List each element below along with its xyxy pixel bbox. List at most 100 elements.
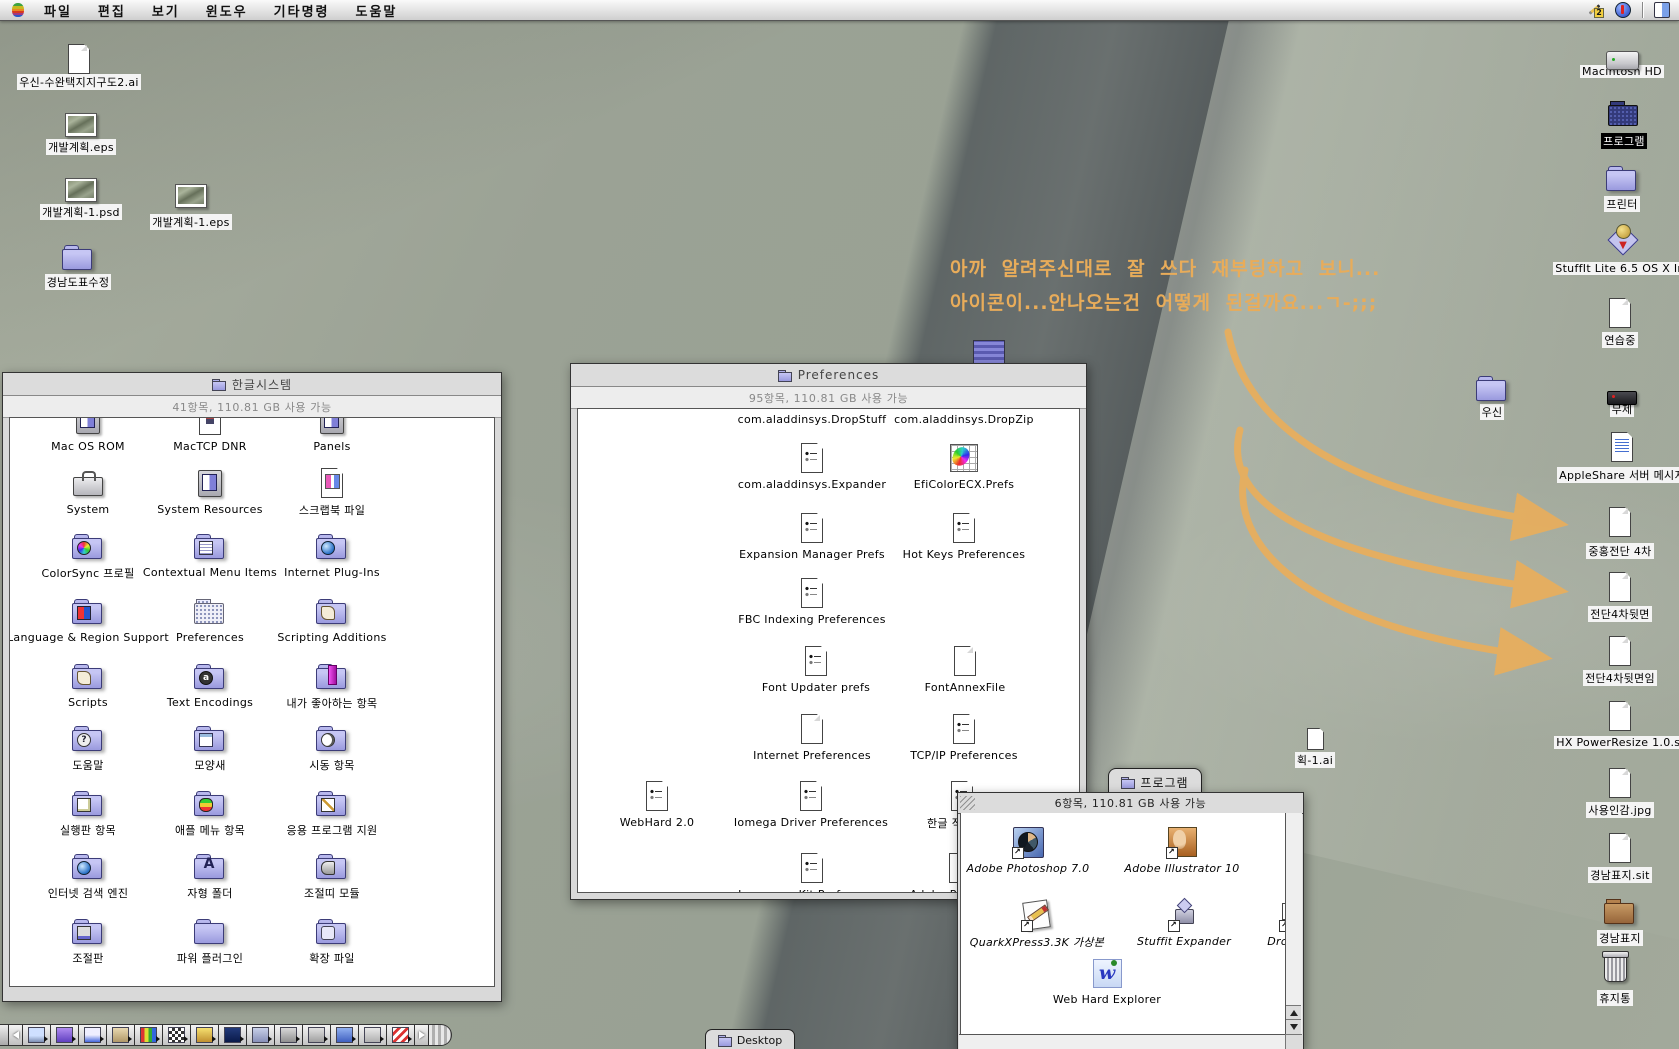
icon-중홍전단-4차[interactable]: 중홍전단 4차	[1535, 505, 1679, 559]
icon-label: Preferences	[174, 631, 246, 644]
icon-web-hard-explorer[interactable]: wWeb Hard Explorer	[1022, 956, 1192, 1006]
icon-com-aladdinsys-expander[interactable]: com.aladdinsys.Expander	[727, 441, 897, 491]
icon-우신-수완택지지구도2-ai[interactable]: 우신-수완택지지구도2.ai	[0, 42, 164, 90]
window-program-tab[interactable]: 프로그램	[1108, 768, 1202, 795]
icon-fontannexfile[interactable]: FontAnnexFile	[880, 644, 1050, 694]
menu-item[interactable]: 보기	[152, 1, 180, 20]
icon-com-aladdinsys-dropzip[interactable]: com.aladdinsys.DropZip	[879, 410, 1049, 426]
time-module[interactable]	[79, 1024, 107, 1046]
textdoc-icon	[1605, 430, 1639, 464]
apple-menu[interactable]	[12, 3, 24, 17]
icon-language-kit-preferences[interactable]: Language Kit Preferences	[727, 851, 897, 893]
notebook-module[interactable]	[331, 1024, 359, 1046]
control-strip-modules	[23, 1024, 415, 1046]
icon-fbc-indexing-preferences[interactable]: FBC Indexing Preferences	[727, 576, 897, 626]
volume-module[interactable]	[191, 1024, 219, 1046]
script-badge-icon	[321, 606, 335, 620]
notebook-icon	[336, 1027, 353, 1043]
icon-시동-항목[interactable]: 시동 항목	[247, 721, 417, 773]
icon-경남표지[interactable]: 경남표지	[1535, 894, 1679, 946]
icon-dropstuff[interactable]: DropStuff	[1210, 898, 1285, 948]
icon-label: Internet Preferences	[751, 749, 873, 762]
icon-개발계획-eps[interactable]: 개발계획.eps	[0, 108, 166, 155]
window-hangul-system[interactable]: 한글시스템 41항목, 110.81 GB 사용 가능 Mac OS ROMMa…	[2, 372, 502, 1002]
icon-확장-파일[interactable]: 확장 파일	[247, 914, 417, 966]
icon-경남도표수정[interactable]: 경남도표수정	[0, 240, 163, 290]
icon-조절띠-모듈[interactable]: 조절띠 모듈	[247, 849, 417, 901]
window-content: Adobe Photoshop 7.0Adobe Illustrator 10 Q…	[960, 813, 1285, 1034]
icon-com-aladdinsys-dropstuff[interactable]: com.aladdinsys.DropStuff	[727, 410, 897, 426]
icon-macintosh-hd[interactable]: Macintosh HD	[1537, 42, 1679, 78]
scroll-down-button[interactable]	[1286, 1019, 1301, 1034]
icon-tcp-ip-preferences[interactable]: TCP/IP Preferences	[879, 712, 1049, 762]
icon-internet-plug-ins[interactable]: Internet Plug-Ins	[247, 529, 417, 579]
status-indicator-icon[interactable]	[1614, 2, 1632, 18]
menu-item[interactable]: 편집	[98, 1, 126, 20]
scroll-left-button[interactable]	[9, 1024, 23, 1046]
icon-appleshare-서버-메시지[interactable]: AppleShare 서버 메시지	[1537, 430, 1679, 483]
icon-스크랩북-파일[interactable]: 스크랩북 파일	[247, 466, 417, 518]
menu-item[interactable]: 기타명령	[274, 1, 330, 20]
icon-quarkxpress3-3k-가상본[interactable]: QuarkXPress3.3K 가상본	[960, 898, 1122, 950]
menu-item[interactable]: 윈도우	[206, 1, 248, 20]
icon-경남표지-sit[interactable]: 경남표지.sit	[1535, 831, 1679, 883]
icon-internet-preferences[interactable]: Internet Preferences	[727, 712, 897, 762]
icon-webhard-2-0[interactable]: WebHard 2.0	[577, 779, 742, 829]
icon-무제[interactable]: 무제	[1537, 378, 1679, 417]
window-titlebar[interactable]: Preferences	[571, 364, 1086, 387]
horizontal-scrollbar[interactable]	[959, 1034, 1286, 1049]
display-module[interactable]	[23, 1024, 51, 1046]
icon-응용-프로그램-지원[interactable]: 응용 프로그램 지원	[247, 786, 417, 838]
icon-개발계획-1-eps[interactable]: 개발계획-1.eps	[106, 179, 276, 230]
appletalk-module[interactable]	[387, 1024, 415, 1046]
menu-item[interactable]: 파일	[44, 1, 72, 20]
input-method-icon[interactable]: 2	[1586, 2, 1604, 18]
energy-saver-module[interactable]	[219, 1024, 247, 1046]
window-titlebar[interactable]: 한글시스템	[3, 373, 501, 396]
icon-scripting-additions[interactable]: Scripting Additions	[247, 594, 417, 644]
icon-휴지통[interactable]: 휴지통	[1530, 948, 1679, 1006]
icon-연습중[interactable]: 연습중	[1535, 296, 1679, 348]
icon-eficolorecx-prefs[interactable]: EfiColorECX.Prefs	[879, 441, 1049, 491]
icon-hot-keys-preferences[interactable]: Hot Keys Preferences	[879, 511, 1049, 561]
sound-source-module[interactable]	[51, 1024, 79, 1046]
icon-iomega-driver-preferences[interactable]: Iomega Driver Preferences	[726, 779, 896, 829]
doc-icon	[1603, 831, 1637, 865]
clipboard-module[interactable]	[107, 1024, 135, 1046]
icon-획-1-ai[interactable]: 획-1.ai	[1230, 722, 1400, 768]
icon-label: 내가 좋아하는 항목	[285, 695, 380, 711]
scroll-up-button[interactable]	[1286, 1005, 1301, 1020]
application-menu[interactable]	[1653, 2, 1671, 18]
cd-audio-module[interactable]	[275, 1024, 303, 1046]
icon-사용인감-jpg[interactable]: 사용인감.jpg	[1535, 766, 1679, 818]
color-depth-module[interactable]	[135, 1024, 163, 1046]
icon-font-updater-prefs[interactable]: Font Updater prefs	[731, 644, 901, 694]
printer-module[interactable]	[359, 1024, 387, 1046]
icon-adobe-photoshop-7-0[interactable]: Adobe Photoshop 7.0	[960, 825, 1113, 875]
icon-내가-좋아하는-항목[interactable]: 내가 좋아하는 항목	[247, 659, 417, 711]
scroll-right-button[interactable]	[415, 1024, 429, 1046]
icon-panels[interactable]: Panels	[247, 417, 417, 453]
icon-전단4차뒷면[interactable]: 전단4차뒷면	[1535, 570, 1679, 622]
security-lock-module[interactable]	[303, 1024, 331, 1046]
menu-item[interactable]: 도움말	[356, 1, 398, 20]
control-strip-handle[interactable]	[0, 1024, 9, 1046]
icon-stuffit-lite-6-5-os-x-ins[interactable]: ▼StuffIt Lite 6.5 OS X Ins	[1538, 223, 1679, 275]
prefs-icon	[799, 644, 833, 678]
file-sharing-module[interactable]	[247, 1024, 275, 1046]
control-strip-end-cap[interactable]	[429, 1024, 452, 1046]
drag-grip-icon[interactable]	[960, 796, 975, 810]
vertical-scrollbar[interactable]	[1285, 813, 1302, 1034]
icon-전단4차뒷면임[interactable]: 전단4차뒷면임	[1535, 634, 1679, 686]
control-strip[interactable]	[0, 1024, 452, 1046]
icon-adobe-illustrator-10[interactable]: Adobe Illustrator 10	[1097, 825, 1267, 875]
icon-프로그램[interactable]: 프로그램	[1539, 96, 1679, 149]
icon-프린터[interactable]: 프린터	[1537, 161, 1679, 212]
icon-expansion-manager-prefs[interactable]: Expansion Manager Prefs	[727, 511, 897, 561]
annotation-line2: 아이콘이...안나오는건 어떻게 된걸까요...ㄱ-;;;	[950, 286, 1380, 320]
folder-icon: ?	[71, 721, 105, 755]
resolution-module[interactable]	[163, 1024, 191, 1046]
window-program[interactable]: 6항목, 110.81 GB 사용 가능 Adobe Photoshop 7.0…	[957, 792, 1304, 1049]
icon-hx-powerresize-1-0-si[interactable]: HX PowerResize 1.0.si	[1535, 699, 1679, 749]
desktop-popup-tab[interactable]: Desktop	[705, 1029, 795, 1049]
